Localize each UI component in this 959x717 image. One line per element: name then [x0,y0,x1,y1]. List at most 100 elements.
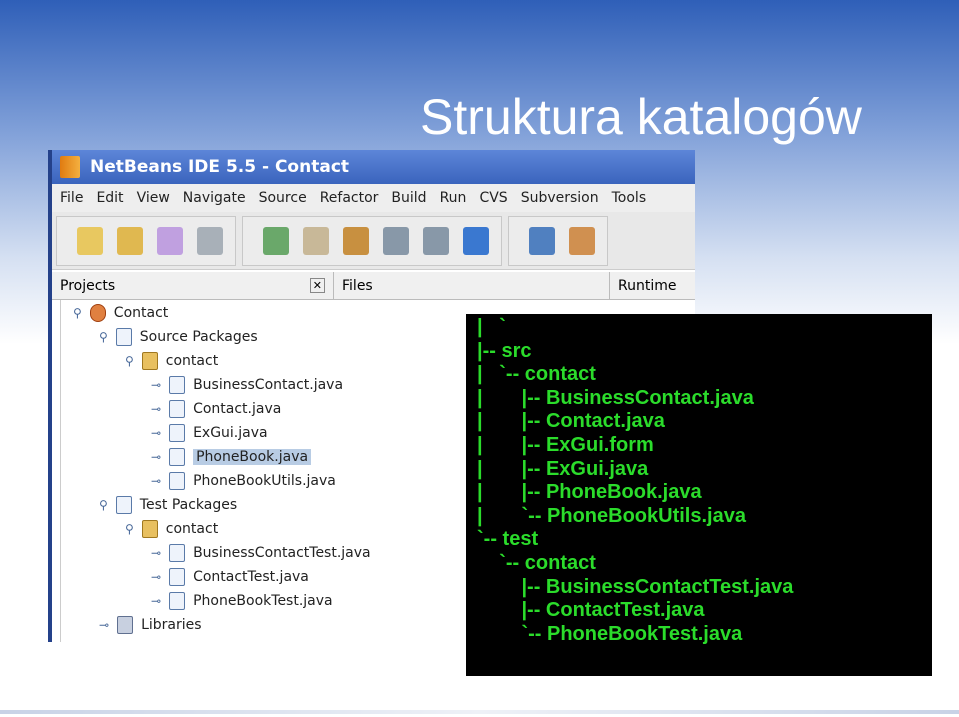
tree-node-label: PhoneBookUtils.java [193,473,336,489]
tree-node[interactable]: ⊸ ContactTest.java [151,566,309,588]
paste-icon[interactable] [343,226,369,255]
test-file-icon [169,592,186,610]
java-file-icon [169,400,186,418]
netbeans-app-icon [60,156,80,178]
tree-expander-icon[interactable]: ⚲ [99,498,108,512]
tab-projects[interactable]: Projects ✕ [52,272,334,299]
tree-node-label: Libraries [141,617,202,633]
tree-node-label: contact [165,353,219,369]
listing-line: | `-- PhoneBookUtils.java [477,504,746,527]
listing-line: `-- test [477,528,539,551]
form-file-icon [169,424,186,442]
tree-node[interactable]: ⊸ BusinessContactTest.java [151,542,371,564]
tree-node-label: contact [165,521,219,537]
close-icon[interactable]: ✕ [309,278,325,293]
listing-line: | |-- Contact.java [477,410,665,433]
menu-file[interactable]: File [60,190,83,206]
tree-node-label: Contact.java [193,401,282,417]
tree-node-label: BusinessContact.java [193,377,344,393]
java-file-icon [169,376,186,394]
clean-build-icon[interactable] [569,226,595,255]
menu-navigate[interactable]: Navigate [183,190,246,206]
listing-line: | ` [477,316,506,338]
test-file-icon [169,568,186,586]
toolbar [52,212,695,270]
menu-bar: File Edit View Navigate Source Refactor Build R… [52,184,695,212]
tree-node[interactable]: ⊸ PhoneBookTest.java [151,590,333,612]
menu-build[interactable]: Build [391,190,426,206]
menu-cvs[interactable]: CVS [479,190,507,206]
slide-title: Struktura katalogów [420,89,862,145]
listing-line: | |-- BusinessContact.java [477,386,754,409]
tree-expander-icon[interactable]: ⊸ [151,570,161,584]
tree-node-label: PhoneBookTest.java [193,593,333,609]
tree-expander-icon[interactable]: ⊸ [151,426,161,440]
window-title-bar: NetBeans IDE 5.5 - Contact [52,150,695,184]
menu-subversion[interactable]: Subversion [521,190,599,206]
footer-divider [0,710,959,714]
tree-node[interactable]: ⊸ Libraries [99,614,202,636]
tree-expander-icon[interactable]: ⊸ [151,402,161,416]
tab-runtime[interactable]: Runtime [610,272,684,299]
package-icon [141,520,158,538]
libraries-icon [117,616,134,634]
cut-icon[interactable] [263,226,289,255]
listing-line: | |-- ExGui.form [477,433,654,456]
menu-run[interactable]: Run [440,190,467,206]
tree-expander-icon[interactable]: ⚲ [125,354,134,368]
menu-view[interactable]: View [137,190,170,206]
tree-node-label: ContactTest.java [193,569,309,585]
toolbar-group-edit [242,215,502,266]
tree-node[interactable]: ⊸ ExGui.java [151,422,268,444]
listing-line: | |-- PhoneBook.java [477,481,702,504]
tab-files[interactable]: Files [334,272,610,299]
tree-node[interactable]: ⚲ Source Packages [99,326,258,348]
tree-node[interactable]: ⊸ PhoneBookUtils.java [151,470,336,492]
save-all-icon[interactable] [197,226,223,255]
tree-expander-icon[interactable]: ⚲ [125,522,134,536]
package-icon [141,352,158,370]
listing-line: | `-- contact [477,363,596,386]
tree-expander-icon[interactable]: ⚲ [73,306,82,320]
directory-tree-listing: | ` |-- src | `-- contact | |-- BusinessCon… [466,314,932,676]
tab-label: Runtime [618,277,677,294]
tree-node[interactable]: ⚲ Test Packages [99,494,237,516]
tab-label: Projects [60,277,116,294]
tree-node[interactable]: ⚲ contact [125,350,218,372]
window-title: NetBeans IDE 5.5 - Contact [90,157,350,177]
tree-expander-icon[interactable]: ⊸ [151,546,161,560]
menu-edit[interactable]: Edit [96,190,123,206]
tree-node-label: BusinessContactTest.java [193,545,371,561]
build-icon[interactable] [529,226,555,255]
toolbar-group-file [56,215,236,266]
menu-refactor[interactable]: Refactor [320,190,379,206]
redo-icon[interactable] [423,226,449,255]
tree-node-label: Source Packages [139,329,258,345]
tree-node[interactable]: ⊸ Contact.java [151,398,281,420]
tree-expander-icon[interactable]: ⊸ [151,450,161,464]
tree-expander-icon[interactable]: ⊸ [151,474,161,488]
new-project-icon[interactable] [117,226,143,255]
undo-icon[interactable] [383,226,409,255]
tree-expander-icon[interactable]: ⊸ [99,618,109,632]
tree-node[interactable]: ⚲ contact [125,518,218,540]
tree-expander-icon[interactable]: ⊸ [151,594,161,608]
test-packages-icon [115,496,132,514]
find-icon[interactable] [463,226,489,255]
tree-expander-icon[interactable]: ⚲ [99,330,108,344]
tree-node[interactable]: ⊸ BusinessContact.java [151,374,343,396]
open-project-icon[interactable] [157,226,183,255]
tree-node[interactable]: ⚲ Contact [73,302,168,324]
source-packages-icon [115,328,132,346]
copy-icon[interactable] [303,226,329,255]
project-icon [89,304,106,322]
menu-source[interactable]: Source [259,190,307,206]
menu-tools[interactable]: Tools [612,190,647,206]
new-file-icon[interactable] [77,226,103,255]
listing-line: |-- BusinessContactTest.java [477,575,794,598]
tree-node[interactable]: ⊸ PhoneBook.java [151,446,312,468]
tree-expander-icon[interactable]: ⊸ [151,378,161,392]
listing-line: `-- PhoneBookTest.java [477,622,743,645]
listing-line: |-- ContactTest.java [477,599,705,622]
tree-node-label: Test Packages [139,497,238,513]
